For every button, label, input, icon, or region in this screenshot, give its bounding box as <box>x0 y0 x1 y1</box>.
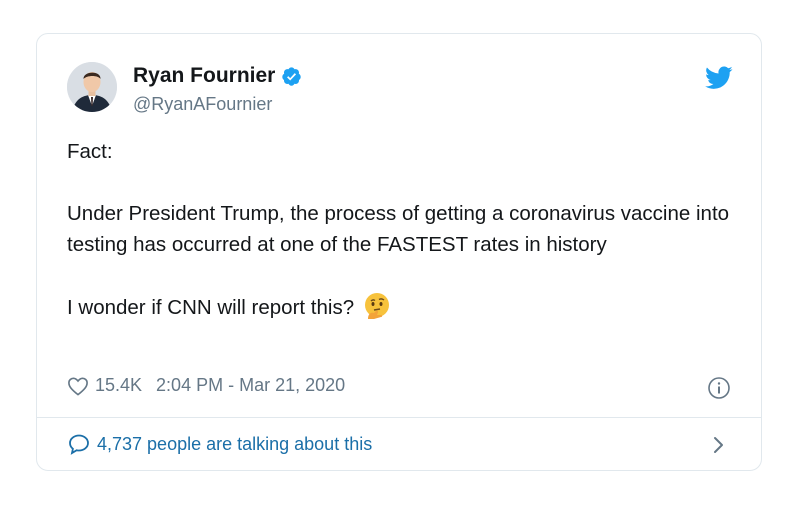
tweet-line-fact: Fact: <box>67 140 113 163</box>
conversation-link[interactable]: 4,737 people are talking about this <box>67 432 372 456</box>
author-display-name[interactable]: Ryan Fournier <box>133 64 275 88</box>
conversation-count-text[interactable]: 4,737 people are talking about this <box>97 434 372 455</box>
speech-bubble-icon <box>69 434 89 455</box>
tweet-line-main: Under President Trump, the process of ge… <box>67 202 730 256</box>
twitter-bird-icon[interactable] <box>705 66 733 90</box>
thinking-face-icon <box>365 293 390 319</box>
info-icon[interactable] <box>707 376 731 400</box>
verified-badge-icon <box>282 66 302 86</box>
chevron-right-icon[interactable] <box>711 434 727 456</box>
tweet-timestamp[interactable]: 2:04 PM - Mar 21, 2020 <box>156 375 345 396</box>
divider <box>37 417 761 418</box>
tweet-line-question: I wonder if CNN will report this? <box>67 291 747 323</box>
heart-icon[interactable] <box>67 376 89 396</box>
avatar[interactable] <box>67 62 117 112</box>
author-handle[interactable]: @RyanAFournier <box>133 94 272 115</box>
tweet-meta: 15.4K 2:04 PM - Mar 21, 2020 <box>67 375 345 396</box>
tweet-question-text: I wonder if CNN will report this? <box>67 296 355 319</box>
tweet-body: Fact: Under President Trump, the process… <box>67 136 747 323</box>
avatar-image <box>67 62 117 112</box>
like-count[interactable]: 15.4K <box>95 375 142 396</box>
tweet-card[interactable]: Ryan Fournier @RyanAFournier Fact: Under… <box>36 33 762 471</box>
